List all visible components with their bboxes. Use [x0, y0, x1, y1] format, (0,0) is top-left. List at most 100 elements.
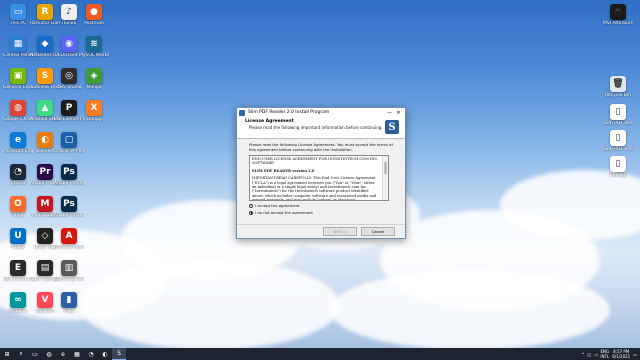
taskbar-app-button[interactable]: e — [56, 348, 70, 360]
desktop-icon[interactable]: ◍Google Chrome — [3, 100, 33, 122]
installer-titlebar[interactable]: Slim PDF Reader 2.0 Install Program — ✕ — [237, 108, 405, 117]
desktop-icon[interactable]: U Uplay — [4, 228, 32, 250]
clock[interactable]: 8:57 PM 6/1/2021 — [612, 349, 630, 359]
network-icon[interactable]: ◱ — [588, 352, 592, 357]
volume-icon[interactable]: ◁ — [594, 352, 597, 357]
taskbar-app-button[interactable]: ▭ — [28, 348, 42, 360]
desktop-icon-label: This PC — [9, 21, 27, 26]
desktop-icon[interactable]: ∞ Arduino — [4, 292, 32, 314]
app-icon: Pr — [37, 164, 53, 180]
taskbar-app-button[interactable]: S — [112, 348, 126, 360]
desktop-icon-label: MSI Afterburner — [603, 21, 633, 26]
app-icon: R — [37, 4, 53, 20]
cancel-button[interactable]: Cancel — [361, 227, 395, 236]
desktop-icon[interactable]: ▭ This PC — [4, 4, 32, 26]
minimize-button[interactable]: — — [385, 110, 394, 116]
app-icon: 🗑 — [610, 76, 626, 92]
taskbar-app-button[interactable]: ▦ — [70, 348, 84, 360]
desktop-icon[interactable]: AAcrobat Reader DC — [54, 228, 84, 250]
wizard-body: Please read the following License Agreem… — [237, 139, 405, 218]
app-icon: ◈ — [86, 68, 102, 84]
desktop-icon-label: Adobe Photoshop — [54, 213, 84, 218]
next-button[interactable]: Next > — [323, 227, 357, 236]
desktop-icon[interactable]: ▮ Files — [55, 292, 83, 314]
slim-logo-icon: S — [385, 120, 399, 134]
app-icon: ▯ — [610, 130, 626, 146]
app-icon: ◇ — [37, 228, 53, 244]
page-subtitle: Please read the following important info… — [249, 125, 383, 130]
app-icon: ◎ — [61, 68, 77, 84]
language-indicator[interactable]: ENG INTL — [600, 349, 609, 359]
desktop-icon-label: Steam — [10, 181, 26, 186]
desktop-icon-label: Acrobat Reader DC — [54, 245, 84, 250]
accept-label: I accept the agreement — [255, 203, 300, 208]
app-icon: ≋ — [86, 36, 102, 52]
scrollbar-thumb[interactable] — [384, 162, 387, 174]
accept-radio[interactable]: I accept the agreement — [249, 203, 393, 208]
license-paragraph: END-USER LICENSE AGREEMENT FOR INVESTINT… — [252, 157, 379, 166]
app-icon: ▣ — [10, 68, 26, 84]
taskbar-app-button[interactable]: ◍ — [42, 348, 56, 360]
taskbar-app-button[interactable]: ◔ — [84, 348, 98, 360]
decline-label: I do not accept the agreement — [255, 210, 313, 215]
desktop-icon[interactable]: e Microsoft Edge — [3, 132, 33, 154]
desktop-icon-label: Oracle VM VirtualBox — [54, 149, 84, 154]
app-icon: e — [10, 132, 26, 148]
app-icon: Ps — [61, 164, 77, 180]
desktop-icon[interactable]: ▣GeForce Experience — [3, 68, 33, 90]
license-textbox[interactable]: END-USER LICENSE AGREEMENT FOR INVESTINT… — [249, 155, 389, 201]
chevron-up-icon[interactable]: ^ — [581, 352, 584, 357]
app-icon: ▮ — [61, 292, 77, 308]
desktop-icon-label: Control Panel — [3, 53, 33, 58]
app-icon: P — [61, 100, 77, 116]
app-icon: O — [10, 196, 26, 212]
app-icon: ◉ — [61, 36, 77, 52]
notification-icon[interactable]: ▭ — [633, 352, 637, 357]
desktop-icon[interactable]: ▥Samsung Galaxy — [54, 260, 84, 282]
desktop-icon-label: Epic Games Launcher — [3, 277, 33, 282]
decline-radio[interactable]: I do not accept the agreement — [249, 210, 393, 215]
desktop-icon[interactable]: ● Postman — [80, 4, 108, 26]
desktop-icon[interactable]: ◓MSI Afterburner — [603, 4, 633, 26]
desktop-icon[interactable]: ▯Slim PDF Reader — [603, 130, 633, 152]
app-icon: ◐ — [37, 132, 53, 148]
desktop-icon-label: Uplay — [11, 245, 25, 250]
desktop-icon-label: MySQL Workbench — [79, 53, 109, 58]
desktop-icon[interactable]: Xxampp — [80, 100, 108, 122]
desktop-icon-label: Files — [64, 309, 74, 314]
instructions-text: Please read the following License Agreem… — [249, 142, 393, 152]
desktop-icon-label: Slim PDF Reader — [603, 121, 633, 126]
desktop-icon[interactable]: PsAdobe Photoshop — [54, 196, 84, 218]
desktop-icon-label: Arduino — [9, 309, 27, 314]
desktop-icon[interactable]: O Origin — [4, 196, 32, 218]
app-icon — [239, 109, 245, 116]
desktop-icon[interactable]: ≋MySQL Workbench — [79, 36, 109, 58]
desktop-icon[interactable]: PsAdobe Photoshop — [54, 164, 84, 186]
radio-icon — [249, 203, 253, 208]
desktop-icon-label: Startup — [609, 173, 627, 178]
wizard-footer: Next > Cancel — [237, 224, 405, 238]
desktop-icon[interactable]: ▢Oracle VM VirtualBox — [54, 132, 84, 154]
search-icon[interactable]: ⌕ — [14, 348, 28, 360]
desktop-icon-label: Google Chrome — [3, 117, 33, 122]
desktop-icon[interactable]: ▯Slim PDF Reader — [603, 104, 633, 126]
taskbar-app-button[interactable]: ◐ — [98, 348, 112, 360]
desktop-icon[interactable]: ◈ Mongo — [80, 68, 108, 90]
license-scrollbar[interactable] — [382, 156, 388, 200]
desktop-icon[interactable]: ▯ Startup — [604, 156, 632, 178]
installer-window[interactable]: Slim PDF Reader 2.0 Install Program — ✕ … — [236, 107, 406, 239]
desktop-icon[interactable]: 🗑 Recycle Bin — [604, 76, 632, 98]
close-button[interactable]: ✕ — [394, 110, 403, 116]
app-icon: ◆ — [37, 36, 53, 52]
desktop-icon[interactable]: ▦ Control Panel — [3, 36, 33, 58]
desktop-icon-label: Slim PDF Reader — [603, 147, 633, 152]
app-icon: V — [37, 292, 53, 308]
app-icon: Ps — [61, 196, 77, 212]
app-icon: ◓ — [610, 4, 626, 20]
desktop-icon[interactable]: EEpic Games Launcher — [3, 260, 33, 282]
desktop-icon-label: xampp — [86, 117, 102, 122]
desktop-icon[interactable]: ◔ Steam — [4, 164, 32, 186]
desktop-icon-label: Postman — [84, 21, 104, 26]
lang-bottom: INTL — [600, 354, 610, 359]
start-button[interactable]: ⊞ — [0, 348, 14, 360]
